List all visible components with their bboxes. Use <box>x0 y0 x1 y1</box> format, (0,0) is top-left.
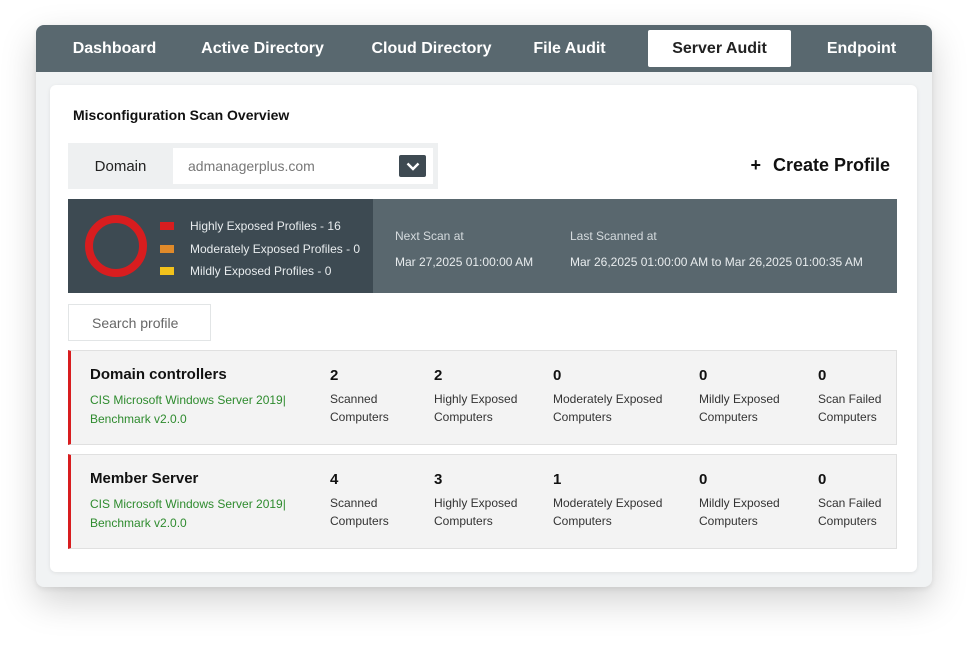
exposure-summary: Highly Exposed Profiles - 16 Moderately … <box>68 199 373 293</box>
metric-scan-failed: 0 Scan Failed Computers <box>818 471 881 530</box>
section-title: Misconfiguration Scan Overview <box>73 107 290 123</box>
legend-item-mild: Mildly Exposed Profiles - 0 <box>160 260 360 283</box>
legend-label: Highly Exposed Profiles - 16 <box>190 219 341 234</box>
tab-active-directory[interactable]: Active Directory <box>185 30 340 67</box>
metric-label: Highly Exposed Computers <box>434 392 518 424</box>
last-scanned-label: Last Scanned at <box>570 229 657 243</box>
metric-value: 0 <box>699 471 708 488</box>
app-window: Dashboard Active Directory Cloud Directo… <box>36 25 932 587</box>
last-scanned-info: Last Scanned at Mar 26,2025 01:00:00 AM … <box>570 229 863 269</box>
benchmark-line: CIS Microsoft Windows Server 2019| <box>90 497 286 511</box>
tab-endpoint[interactable]: Endpoint <box>791 30 932 67</box>
tab-server-audit[interactable]: Server Audit <box>648 30 791 67</box>
metric-scanned: 4 Scanned Computers <box>330 471 389 530</box>
tab-cloud-directory[interactable]: Cloud Directory <box>354 30 509 67</box>
profile-row-member-server[interactable]: Member Server CIS Microsoft Windows Serv… <box>68 454 897 549</box>
legend-item-moderate: Moderately Exposed Profiles - 0 <box>160 238 360 261</box>
profile-row-domain-controllers[interactable]: Domain controllers CIS Microsoft Windows… <box>68 350 897 445</box>
domain-label: Domain <box>94 157 147 175</box>
profile-benchmark: CIS Microsoft Windows Server 2019| Bench… <box>90 391 300 429</box>
profile-benchmark: CIS Microsoft Windows Server 2019| Bench… <box>90 495 300 533</box>
metric-moderately-exposed: 1 Moderately Exposed Computers <box>553 471 662 530</box>
metric-label: Moderately Exposed Computers <box>553 392 663 424</box>
metric-value: 0 <box>818 471 827 488</box>
metric-label: Scanned Computers <box>330 392 389 424</box>
metric-label: Mildly Exposed Computers <box>699 496 780 528</box>
metric-moderately-exposed: 0 Moderately Exposed Computers <box>553 367 662 426</box>
exposure-donut-chart <box>85 215 147 277</box>
dropdown-button[interactable] <box>399 155 426 177</box>
metric-label: Scan Failed Computers <box>818 392 882 424</box>
metric-label: Mildly Exposed Computers <box>699 392 780 424</box>
metric-value: 3 <box>434 471 443 488</box>
benchmark-line: CIS Microsoft Windows Server 2019| <box>90 393 286 407</box>
create-profile-button[interactable]: + Create Profile <box>750 155 890 176</box>
legend-label: Moderately Exposed Profiles - 0 <box>190 241 361 256</box>
search-profile-input[interactable]: Search profile <box>68 304 211 341</box>
metric-label: Highly Exposed Computers <box>434 496 518 528</box>
high-swatch <box>160 222 174 231</box>
profile-name[interactable]: Member Server <box>90 470 198 487</box>
moderate-swatch <box>160 244 174 253</box>
profile-name[interactable]: Domain controllers <box>90 366 227 383</box>
domain-dropdown[interactable]: admanagerplus.com <box>173 148 433 184</box>
metric-label: Scan Failed Computers <box>818 496 882 528</box>
metric-value: 4 <box>330 471 339 488</box>
metric-value: 0 <box>553 367 562 384</box>
metric-value: 0 <box>818 367 827 384</box>
metric-highly-exposed: 3 Highly Exposed Computers <box>434 471 517 530</box>
next-scan-value: Mar 27,2025 01:00:00 AM <box>395 255 534 269</box>
legend-label: Mildly Exposed Profiles - 0 <box>190 264 332 279</box>
scan-summary-panel: Highly Exposed Profiles - 16 Moderately … <box>68 199 897 293</box>
metric-scan-failed: 0 Scan Failed Computers <box>818 367 881 426</box>
top-navigation: Dashboard Active Directory Cloud Directo… <box>36 25 932 72</box>
metric-mildly-exposed: 0 Mildly Exposed Computers <box>699 367 780 426</box>
benchmark-line: Benchmark v2.0.0 <box>90 412 187 426</box>
create-profile-label: Create Profile <box>772 155 890 175</box>
donut-ring <box>85 215 147 277</box>
legend-item-high: Highly Exposed Profiles - 16 <box>160 215 360 238</box>
metric-value: 2 <box>330 367 339 384</box>
tab-dashboard[interactable]: Dashboard <box>56 30 173 67</box>
exposure-legend: Highly Exposed Profiles - 16 Moderately … <box>160 215 360 283</box>
benchmark-line: Benchmark v2.0.0 <box>90 516 187 530</box>
metric-highly-exposed: 2 Highly Exposed Computers <box>434 367 517 426</box>
metric-value: 2 <box>434 367 443 384</box>
chevron-down-icon <box>406 162 419 171</box>
metric-label: Scanned Computers <box>330 496 389 528</box>
domain-selector: Domain admanagerplus.com <box>68 143 438 189</box>
domain-value: admanagerplus.com <box>188 158 315 174</box>
metric-label: Moderately Exposed Computers <box>553 496 663 528</box>
tab-file-audit[interactable]: File Audit <box>517 30 622 67</box>
scan-overview-card: Misconfiguration Scan Overview Domain ad… <box>50 85 917 572</box>
mild-swatch <box>160 267 174 276</box>
plus-icon: + <box>750 155 761 175</box>
last-scanned-value: Mar 26,2025 01:00:00 AM to Mar 26,2025 0… <box>570 255 863 269</box>
next-scan-label: Next Scan at <box>395 229 464 243</box>
metric-mildly-exposed: 0 Mildly Exposed Computers <box>699 471 780 530</box>
next-scan-info: Next Scan at Mar 27,2025 01:00:00 AM <box>395 229 533 269</box>
metric-value: 1 <box>553 471 562 488</box>
metric-scanned: 2 Scanned Computers <box>330 367 389 426</box>
metric-value: 0 <box>699 367 708 384</box>
